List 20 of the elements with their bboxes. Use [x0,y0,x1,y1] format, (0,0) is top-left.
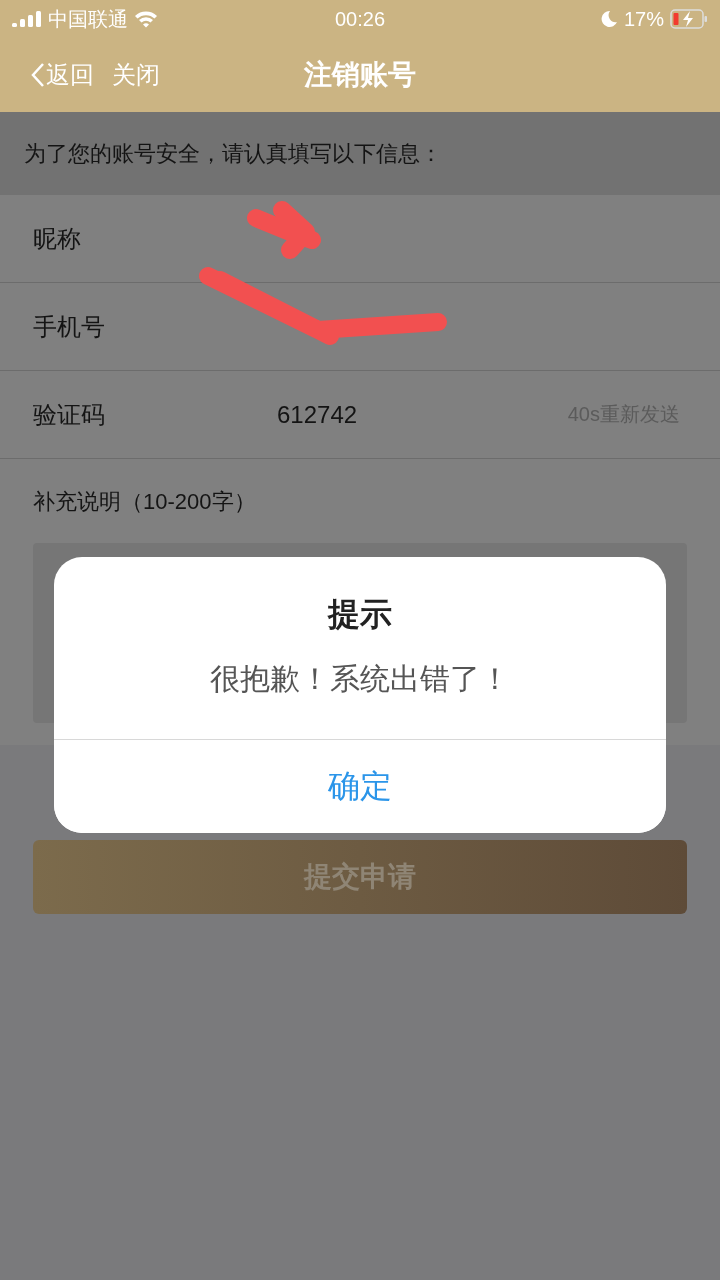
signal-icon [12,11,42,27]
clock-time: 00:26 [334,7,386,31]
confirm-button[interactable]: 确定 [54,739,666,833]
field-value: 612742 [277,400,358,428]
remarks-label: 补充说明（10-200字） [33,488,257,516]
battery-charging-icon [670,9,708,29]
dialog-message: 很抱歉！系统出错了！ [210,662,510,695]
wifi-icon [134,10,158,28]
field-label: 昵称 [33,223,82,254]
battery-percent: 17% [623,7,664,31]
carrier-name: 中国联通 [48,6,128,32]
field-label: 手机号 [33,311,106,342]
field-label: 验证码 [33,399,106,430]
chevron-left-icon [30,61,46,89]
close-button[interactable]: 关闭 [112,59,160,91]
dialog-title: 提示 [326,595,393,634]
notice-text: 为了您的账号安全，请认真填写以下信息： [24,139,442,168]
page-title: 注销账号 [304,58,416,92]
back-button[interactable]: 返回 [30,59,94,91]
moon-icon [599,10,618,28]
